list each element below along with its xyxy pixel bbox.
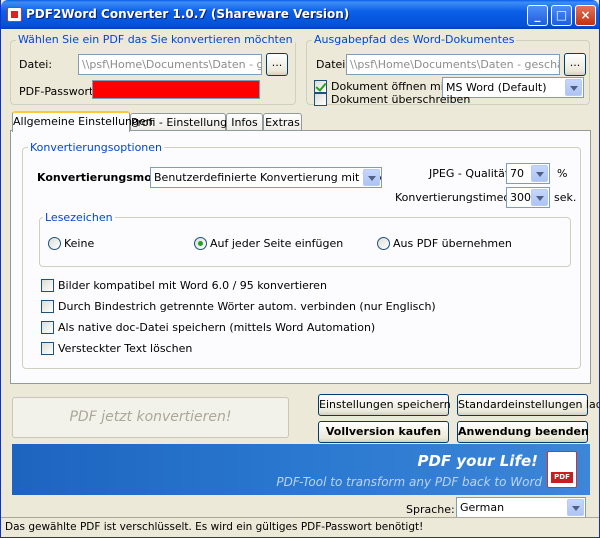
language-value: German <box>460 501 505 514</box>
maximize-button[interactable]: □ <box>551 5 572 26</box>
jpeg-quality-dropdown[interactable]: 70 <box>506 163 550 184</box>
chevron-down-icon[interactable] <box>565 79 582 96</box>
open-document-label: Dokument öffnen mit: <box>331 80 452 93</box>
load-defaults-button[interactable]: Standardeinstellungen laden <box>457 394 599 416</box>
conversion-options-title: Konvertierungsoptionen <box>28 141 165 154</box>
output-browse-button[interactable]: ... <box>564 53 586 76</box>
input-file-field[interactable]: \\psf\Home\Documents\Daten - geschäftlic… <box>78 54 262 75</box>
chevron-down-icon[interactable] <box>531 189 548 206</box>
native-doc-label: Als native doc-Datei speichern (mittels … <box>58 321 376 334</box>
native-doc-checkbox[interactable] <box>41 321 54 334</box>
save-settings-button[interactable]: Einstellungen speichern <box>318 394 451 416</box>
tab-allgemeine-einstellungen[interactable]: Allgemeine Einstellungen <box>12 111 153 132</box>
tab-infos[interactable]: Infos <box>226 113 263 131</box>
banner-tagline: PDF-Tool to transform any PDF back to Wo… <box>276 475 542 489</box>
conversion-mode-label: Konvertierungsmodi: <box>37 171 168 184</box>
chevron-down-icon[interactable] <box>363 169 380 186</box>
timeout-dropdown[interactable]: 300 <box>506 187 550 208</box>
buy-full-version-button[interactable]: Vollversion kaufen <box>318 421 449 443</box>
pdf-app-icon <box>7 7 22 22</box>
banner-headline: PDF your Life! <box>417 452 538 470</box>
chevron-down-icon[interactable] <box>567 499 584 516</box>
exit-application-button[interactable]: Anwendung beenden <box>457 421 589 443</box>
input-browse-button[interactable]: ... <box>266 53 288 76</box>
output-file-label: Datei: <box>316 58 350 71</box>
password-field[interactable] <box>92 80 260 99</box>
language-label: Sprache: <box>406 503 455 516</box>
timeout-value: 300 <box>510 191 531 204</box>
app-window: PDF2Word Converter 1.0.7 (Shareware Vers… <box>0 0 600 538</box>
password-label: PDF-Passwort: <box>19 85 98 98</box>
close-button[interactable]: × <box>575 5 596 26</box>
timeout-unit: sek. <box>554 191 577 204</box>
status-bar: Das gewählte PDF ist verschlüsselt. Es w… <box>1 517 599 537</box>
open-document-checkbox[interactable] <box>314 80 327 93</box>
conversion-mode-dropdown[interactable]: Benutzerdefinierte Konvertierung mit Tab… <box>150 167 382 188</box>
title-bar[interactable]: PDF2Word Converter 1.0.7 (Shareware Vers… <box>1 0 599 29</box>
chevron-down-icon[interactable] <box>531 165 548 182</box>
jpeg-quality-value: 70 <box>510 167 524 180</box>
bookmarks-title: Lesezeichen <box>43 211 115 224</box>
bookmarks-none-radio[interactable] <box>48 237 61 250</box>
bookmarks-each-page-label: Auf jeder Seite einfügen <box>210 237 344 250</box>
conversion-mode-value: Benutzerdefinierte Konvertierung mit Tab… <box>154 171 382 184</box>
bookmarks-none-label: Keine <box>64 237 95 250</box>
pdf-document-icon: PDF <box>547 451 577 488</box>
bookmarks-from-pdf-label: Aus PDF übernehmen <box>393 237 512 250</box>
pdf-badge: PDF <box>551 472 573 483</box>
status-text: Das gewählte PDF ist verschlüsselt. Es w… <box>5 521 424 533</box>
input-pdf-group-title: Wählen Sie ein PDF das Sie konvertieren … <box>16 33 295 46</box>
minimize-button[interactable]: _ <box>527 5 548 26</box>
hyphen-join-checkbox[interactable] <box>41 300 54 313</box>
jpeg-quality-label: JPEG - Qualität: <box>429 167 513 180</box>
bookmarks-each-page-radio[interactable] <box>194 237 207 250</box>
tab-extras[interactable]: Extras <box>263 113 302 131</box>
hyphen-join-label: Durch Bindestrich getrennte Wörter autom… <box>58 300 436 313</box>
hidden-text-checkbox[interactable] <box>41 342 54 355</box>
window-title: PDF2Word Converter 1.0.7 (Shareware Vers… <box>26 7 350 21</box>
bookmarks-from-pdf-radio[interactable] <box>377 237 390 250</box>
output-file-field[interactable]: \\psf\Home\Documents\Daten - geschäftlic… <box>346 54 560 75</box>
input-file-label: Datei: <box>19 58 53 71</box>
hidden-text-label: Versteckter Text löschen <box>58 342 193 355</box>
word6-compat-checkbox[interactable] <box>41 279 54 292</box>
jpeg-quality-unit: % <box>557 167 568 180</box>
convert-pdf-button[interactable]: PDF jetzt konvertieren! <box>12 397 289 438</box>
overwrite-document-label: Dokument überschreiben <box>331 93 471 106</box>
word6-compat-label: Bilder kompatibel mit Word 6.0 / 95 konv… <box>58 279 327 292</box>
language-dropdown[interactable]: German <box>456 497 586 518</box>
overwrite-document-checkbox[interactable] <box>314 93 327 106</box>
output-doc-group-title: Ausgabepfad des Word-Dokumentes <box>312 33 517 46</box>
promo-banner[interactable]: PDF your Life! PDF-Tool to transform any… <box>12 444 590 495</box>
tab-panel: Konvertierungsoptionen Konvertierungsmod… <box>10 130 591 384</box>
